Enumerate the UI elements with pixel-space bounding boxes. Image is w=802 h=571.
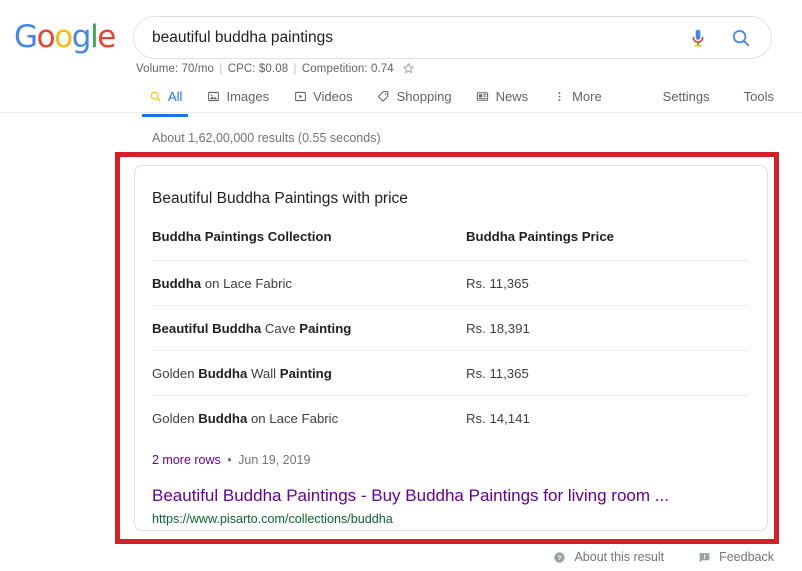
painting-price-cell: Rs. 18,391 [466,305,749,351]
logo-letter-g1: G [14,19,38,55]
table-row: Golden Buddha on Lace Fabric Rs. 14,141 [152,395,749,440]
result-stats: About 1,62,00,000 results (0.55 seconds) [152,131,381,145]
table-row: Golden Buddha Wall Painting Rs. 11,365 [152,350,749,396]
plain-term: on Lace Fabric [247,411,339,426]
feedback-button[interactable]: Feedback [698,550,774,564]
table-row: Buddha on Lace Fabric Rs. 11,365 [152,260,749,306]
tab-shopping-label: Shopping [396,88,452,104]
highlighted-term: Beautiful Buddha [152,321,262,336]
about-this-result-label: About this result [574,550,665,564]
about-this-result-button[interactable]: ? About this result [553,550,664,564]
keyword-volume-label: Volume: [136,63,179,75]
search-nav-tools: Settings Tools [629,82,774,110]
highlighted-term: Buddha [198,366,248,381]
more-vertical-icon [552,89,566,103]
keyword-competition-value: 0.74 [370,63,394,75]
tab-more-label: More [572,88,602,104]
tab-more[interactable]: More [552,82,602,110]
search-nav-tabs: All Images Videos Shopping News More [142,82,626,117]
plain-term: on Lace Fabric [201,276,292,291]
feedback-icon [698,551,711,564]
tab-videos[interactable]: Videos [293,82,353,110]
keyword-cpc-label: CPC: [227,63,256,75]
keyword-cpc-value: $0.08 [258,63,289,75]
google-logo[interactable]: Google [14,19,116,55]
tab-images[interactable]: Images [206,82,269,110]
search-submit-icon[interactable] [730,27,752,49]
search-box[interactable] [133,16,772,59]
feedback-label: Feedback [719,550,774,564]
column-header-collection: Buddha Paintings Collection [152,229,332,244]
logo-letter-o2: o [54,19,73,55]
keyword-metrics-bar: Volume: 70/mo | CPC: $0.08 | Competition… [136,62,415,78]
painting-name-cell: Buddha on Lace Fabric [152,260,466,306]
table-header-row: Buddha Paintings Collection Buddha Paint… [152,229,749,261]
price-table-body: Buddha on Lace Fabric Rs. 11,365 Beautiful… [152,260,749,440]
price-table: Buddha Paintings Collection Buddha Paint… [152,229,749,440]
painting-price-cell: Rs. 11,365 [466,260,749,306]
header-divider [0,112,802,113]
logo-letter-o1: o [36,19,56,55]
plain-term: Cave [261,321,300,336]
highlighted-term: Painting [279,366,332,381]
settings-button[interactable]: Settings [663,89,710,104]
plain-term: Golden [152,366,199,381]
active-tab-underline [142,114,189,117]
plain-term: Wall [247,366,280,381]
star-icon[interactable] [402,62,415,78]
search-input[interactable] [152,17,682,58]
featured-snippet-title: Beautiful Buddha Paintings with price [152,190,408,207]
help-circle-icon: ? [553,551,566,564]
highlighted-term: Buddha [198,411,248,426]
video-icon [293,89,307,103]
microphone-icon[interactable] [687,27,709,49]
plain-term: Golden [152,411,199,426]
logo-letter-g2: g [71,19,92,55]
keyword-competition-label: Competition: [301,63,368,75]
table-row: Beautiful Buddha Cave Painting Rs. 18,391 [152,305,749,351]
result-footer: ? About this result Feedback [519,545,774,569]
featured-snippet-card: Beautiful Buddha Paintings with price Bu… [134,165,768,531]
snippet-result-url[interactable]: https://www.pisarto.com/collections/budd… [152,511,749,527]
snippet-date: Jun 19, 2019 [238,453,311,467]
tab-videos-label: Videos [313,88,353,104]
metrics-separator-2: | [293,63,297,75]
tab-all[interactable]: All [142,82,189,117]
search-icon [148,89,162,103]
search-header: Google Volume: 70/mo | CPC: $0.08 | Comp… [0,0,802,117]
highlighted-term: Painting [299,321,352,336]
highlighted-term: Buddha [152,276,202,291]
tab-all-label: All [168,88,183,104]
more-rows-line: 2 more rows • Jun 19, 2019 [152,453,749,467]
more-rows-separator: • [227,453,232,467]
tag-icon [377,89,391,103]
news-icon [476,89,490,103]
painting-name-cell: Golden Buddha on Lace Fabric [152,395,466,440]
tab-news-label: News [495,88,529,104]
column-header-price: Buddha Paintings Price [466,229,615,244]
snippet-result-link[interactable]: Beautiful Buddha Paintings - Buy Buddha … [152,485,749,507]
painting-price-cell: Rs. 14,141 [466,395,749,440]
painting-name-cell: Beautiful Buddha Cave Painting [152,305,466,351]
snippet-source-block: Beautiful Buddha Paintings - Buy Buddha … [152,485,749,527]
keyword-volume-value: 70/mo [181,63,215,75]
image-icon [206,89,220,103]
painting-price-cell: Rs. 11,365 [466,350,749,396]
painting-name-cell: Golden Buddha Wall Painting [152,350,466,396]
tab-shopping[interactable]: Shopping [377,82,452,110]
svg-text:?: ? [558,554,562,561]
metrics-separator-1: | [219,63,223,75]
price-table-head: Buddha Paintings Collection Buddha Paint… [152,229,749,261]
tools-button[interactable]: Tools [744,89,774,104]
tab-news[interactable]: News [476,82,529,110]
logo-letter-e: e [97,19,116,55]
tab-images-label: Images [226,88,270,104]
more-rows-link[interactable]: 2 more rows [152,453,221,467]
